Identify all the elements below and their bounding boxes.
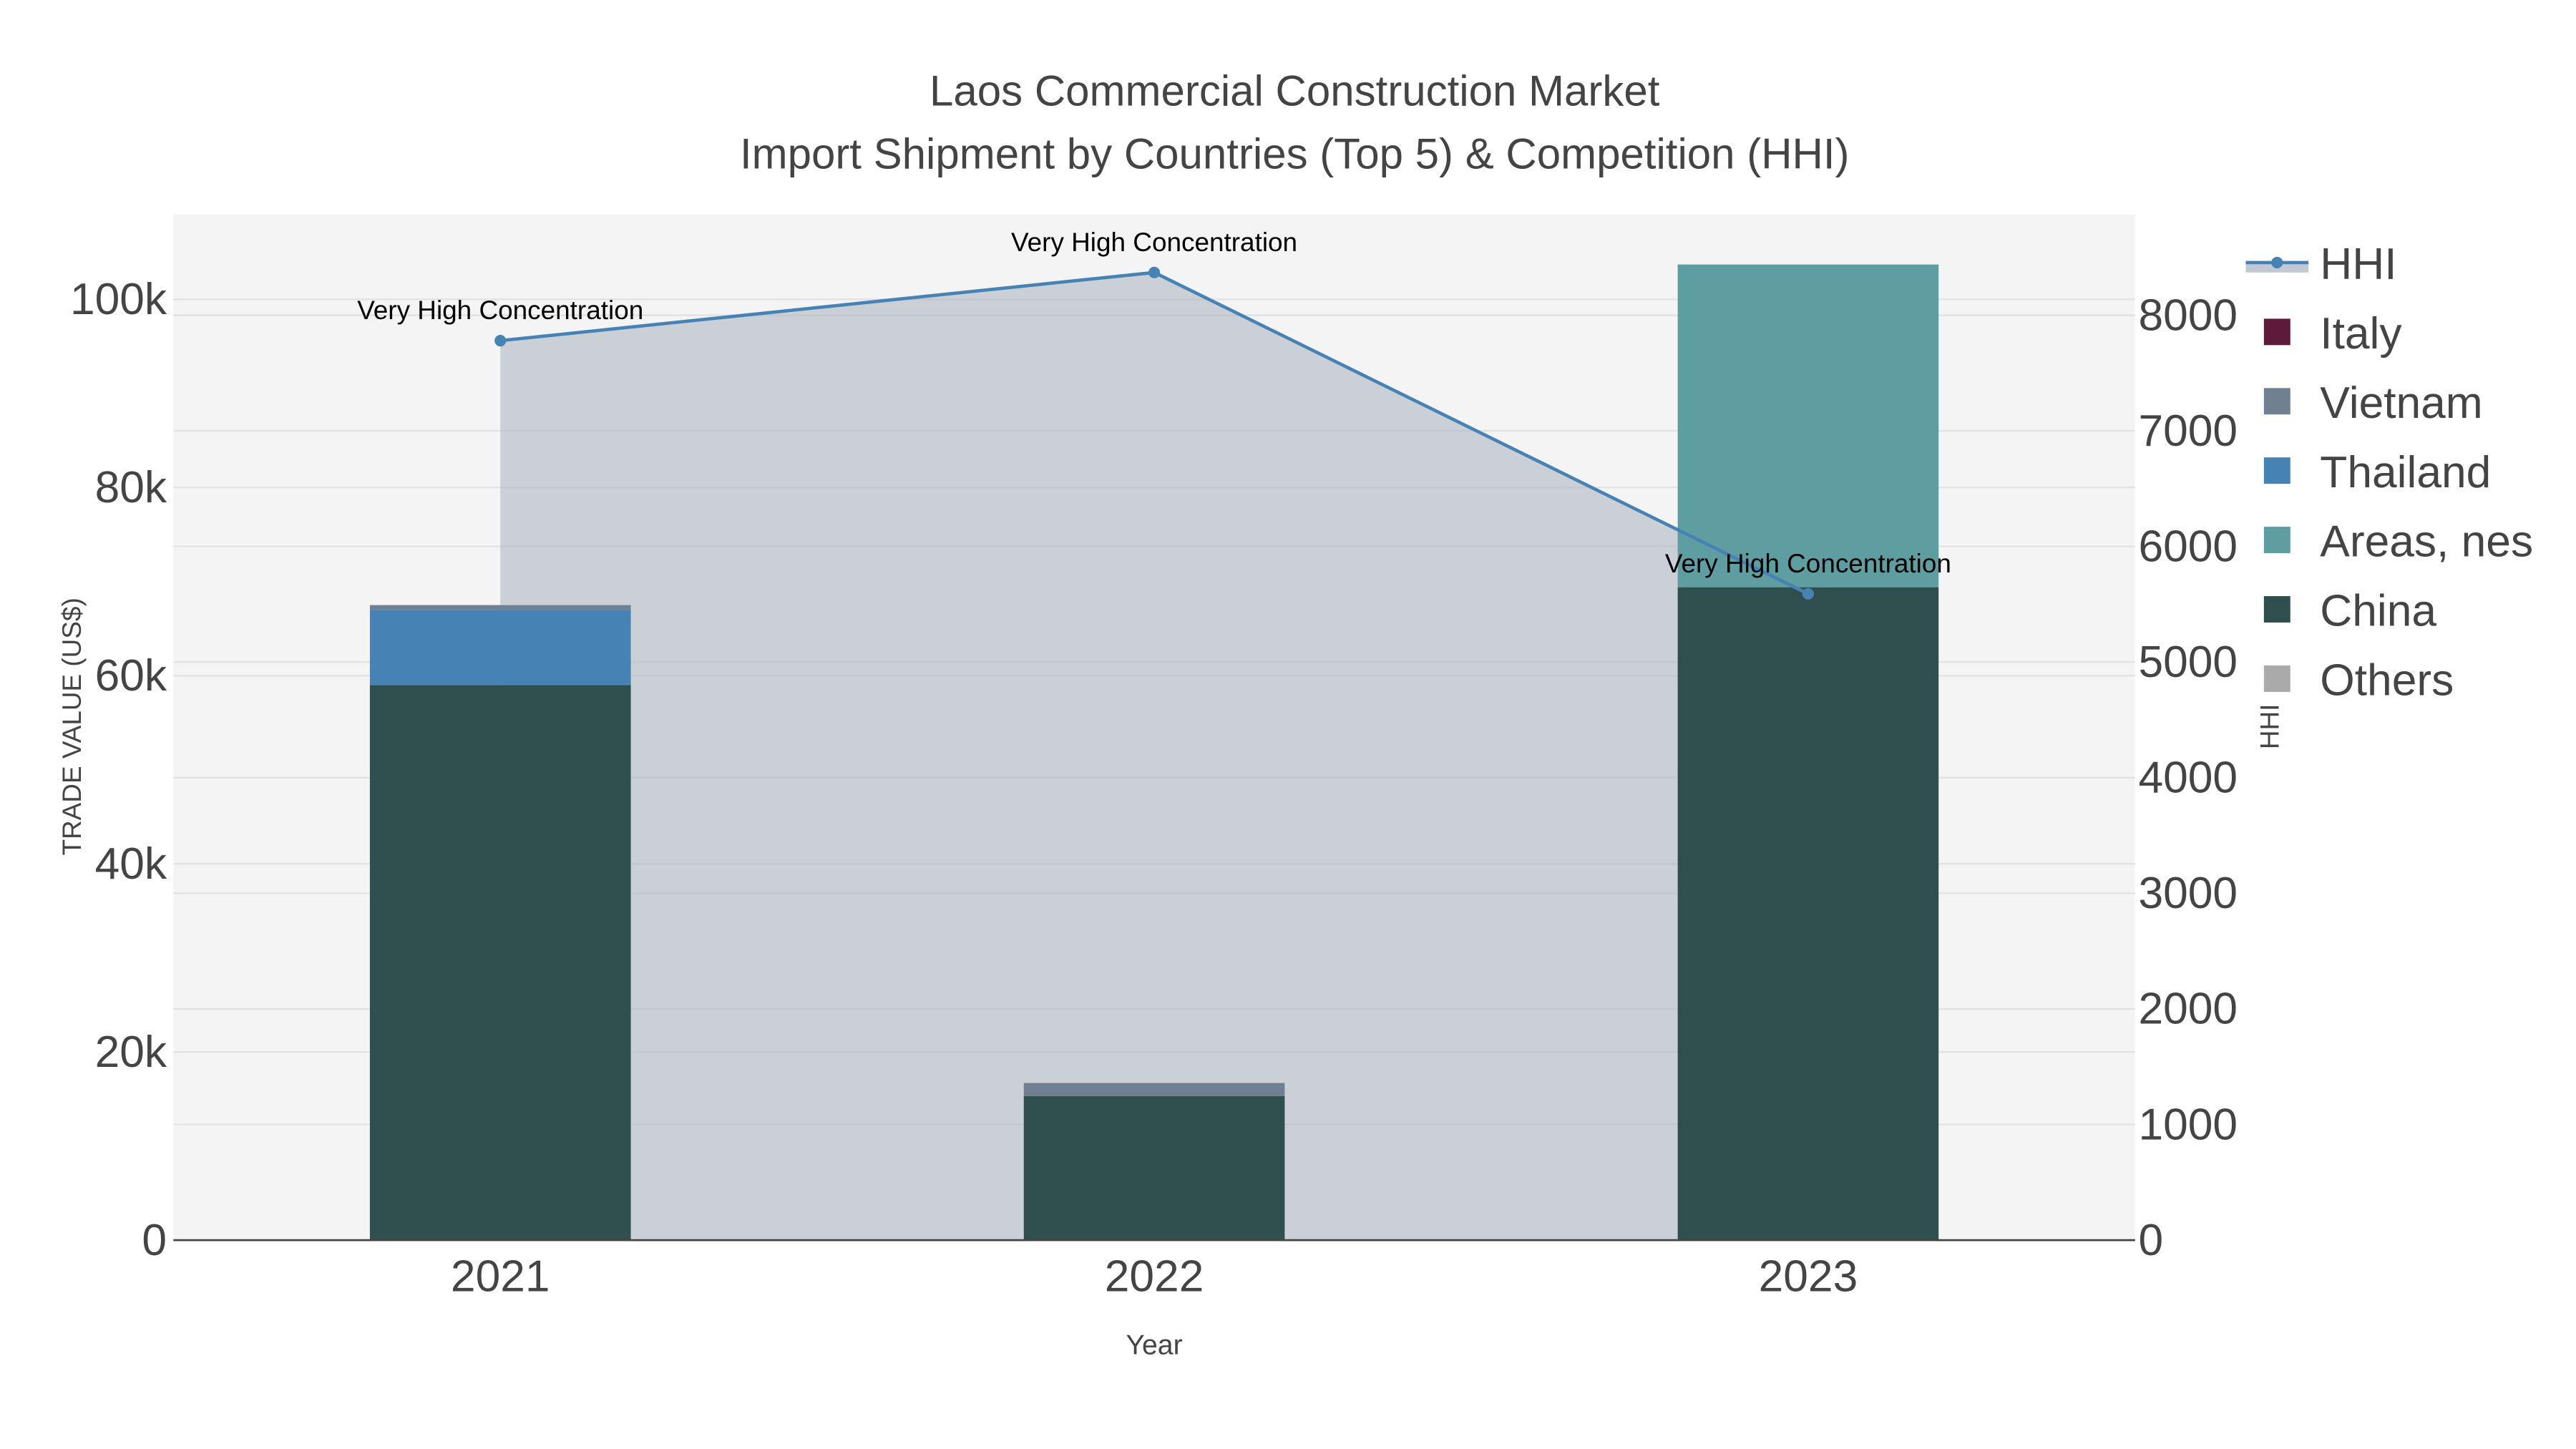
y2-tick-label: 7000 (2138, 406, 2238, 456)
chart-title: Laos Commercial Construction Market (930, 67, 1660, 115)
y2-tick-label: 2000 (2138, 985, 2238, 1034)
bar-areas-nes-2023[interactable] (1677, 264, 1939, 587)
legend-label: Others (2320, 656, 2454, 706)
legend-swatch (2263, 665, 2290, 692)
x-tick-label: 2022 (1105, 1252, 1204, 1302)
y2-tick-label: 5000 (2138, 638, 2238, 687)
hhi-annotation: Very High Concentration (1665, 549, 1951, 578)
y2-tick-label: 8000 (2138, 291, 2238, 340)
legend-label: Italy (2320, 309, 2402, 358)
legend-label: Vietnam (2320, 379, 2482, 428)
y-axis-title: TRADE VALUE (US$) (57, 597, 87, 855)
legend-swatch (2263, 527, 2290, 554)
legend-item-others[interactable]: Others (2263, 656, 2454, 706)
legend-swatch (2263, 318, 2290, 346)
y-tick-label: 80k (95, 463, 167, 512)
y2-tick-label: 6000 (2138, 522, 2238, 571)
y2-tick-label: 0 (2138, 1216, 2163, 1265)
bar-china-2023[interactable] (1677, 587, 1939, 1241)
y-tick-label: 60k (95, 651, 167, 701)
y-tick-label: 0 (142, 1216, 167, 1265)
bar-china-2022[interactable] (1023, 1096, 1285, 1241)
legend-item-vietnam[interactable]: Vietnam (2263, 379, 2483, 428)
x-tick-label: 2021 (451, 1252, 550, 1302)
y-tick-label: 100k (70, 275, 167, 324)
y2-axis-title: HHI (2255, 704, 2285, 750)
bar-china-2021[interactable] (369, 685, 631, 1241)
chart: Laos Commercial Construction Market Impo… (57, 67, 2533, 1361)
y2-tick-label: 1000 (2138, 1100, 2238, 1149)
hhi-annotation: Very High Concentration (1011, 228, 1297, 257)
x-axis-title: Year (1126, 1329, 1182, 1360)
legend-item-thailand[interactable]: Thailand (2263, 448, 2491, 497)
legend-swatch (2263, 457, 2290, 484)
bar-vietnam-2022[interactable] (1023, 1083, 1285, 1096)
legend-swatch (2263, 596, 2290, 623)
legend-label: China (2320, 587, 2436, 636)
y-tick-label: 20k (95, 1028, 167, 1077)
legend-item-areas-nes[interactable]: Areas, nes (2263, 517, 2533, 567)
legend-item-hhi[interactable]: HHI (2245, 240, 2397, 289)
chart-subtitle: Import Shipment by Countries (Top 5) & C… (740, 130, 1850, 177)
x-tick-label: 2023 (1759, 1252, 1858, 1302)
legend-hhi-marker (2271, 256, 2283, 268)
hhi-annotation: Very High Concentration (357, 296, 643, 325)
hhi-point-2023[interactable] (1802, 587, 1814, 600)
legend-label: Thailand (2320, 448, 2491, 497)
legend-label: HHI (2320, 240, 2396, 289)
legend-item-china[interactable]: China (2263, 587, 2437, 636)
legend-label: Areas, nes (2320, 517, 2533, 567)
legend-swatch (2263, 388, 2290, 415)
y2-tick-label: 3000 (2138, 869, 2238, 918)
bar-thailand-2021[interactable] (369, 610, 631, 686)
y-tick-label: 40k (95, 839, 167, 889)
hhi-point-2022[interactable] (1148, 266, 1161, 278)
hhi-point-2021[interactable] (494, 335, 507, 347)
legend-item-italy[interactable]: Italy (2263, 309, 2403, 358)
y2-tick-label: 4000 (2138, 753, 2238, 803)
bar-vietnam-2021[interactable] (369, 605, 631, 610)
